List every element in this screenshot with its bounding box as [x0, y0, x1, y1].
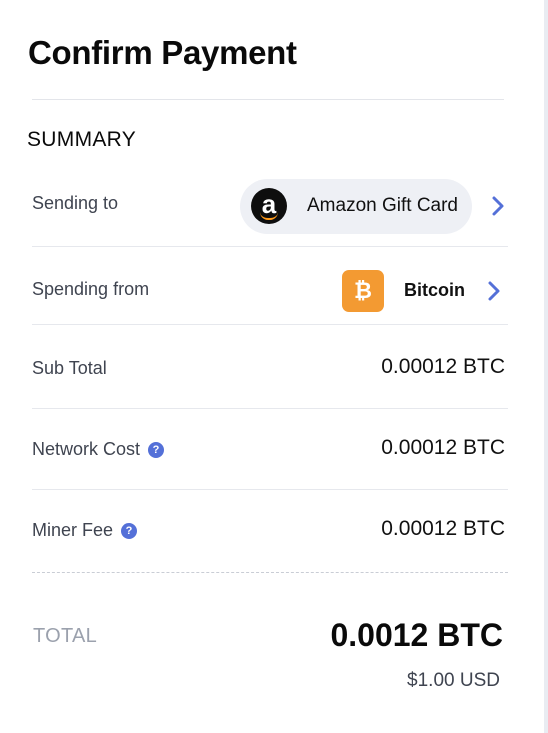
total-value: 0.0012 BTC: [330, 617, 503, 653]
recipient-selector[interactable]: a Amazon Gift Card: [240, 179, 472, 234]
total-divider: [32, 572, 508, 573]
page-title: Confirm Payment: [28, 34, 297, 71]
title-divider: [32, 99, 504, 100]
summary-heading: SUMMARY: [27, 128, 137, 151]
miner-fee-label: Miner Fee: [32, 520, 114, 540]
help-icon[interactable]: ?: [121, 523, 138, 539]
amazon-logo-icon: a: [251, 188, 287, 224]
sub-total-value: 0.00012 BTC: [381, 355, 505, 378]
miner-fee-value: 0.00012 BTC: [381, 517, 505, 540]
row-divider: [32, 246, 508, 247]
sending-to-label: Sending to: [32, 193, 119, 213]
bitcoin-icon: ₿: [342, 270, 384, 312]
chevron-right-icon[interactable]: [488, 195, 508, 217]
scroll-edge: [544, 0, 548, 733]
total-label: TOTAL: [33, 625, 98, 647]
network-cost-label: Network Cost: [32, 439, 141, 459]
row-divider: [32, 324, 508, 325]
row-divider: [32, 489, 508, 490]
funding-source-name[interactable]: Bitcoin: [404, 280, 465, 301]
row-divider: [32, 408, 508, 409]
sub-total-label: Sub Total: [32, 358, 107, 378]
recipient-name: Amazon Gift Card: [307, 195, 458, 216]
spending-from-label: Spending from: [32, 279, 150, 299]
miner-fee-row-label: Miner Fee?: [32, 520, 138, 541]
chevron-right-icon[interactable]: [484, 280, 504, 302]
network-cost-value: 0.00012 BTC: [381, 436, 505, 459]
network-cost-row-label: Network Cost?: [32, 439, 165, 460]
total-fiat-value: $1.00 USD: [407, 670, 500, 691]
help-icon[interactable]: ?: [148, 442, 165, 458]
